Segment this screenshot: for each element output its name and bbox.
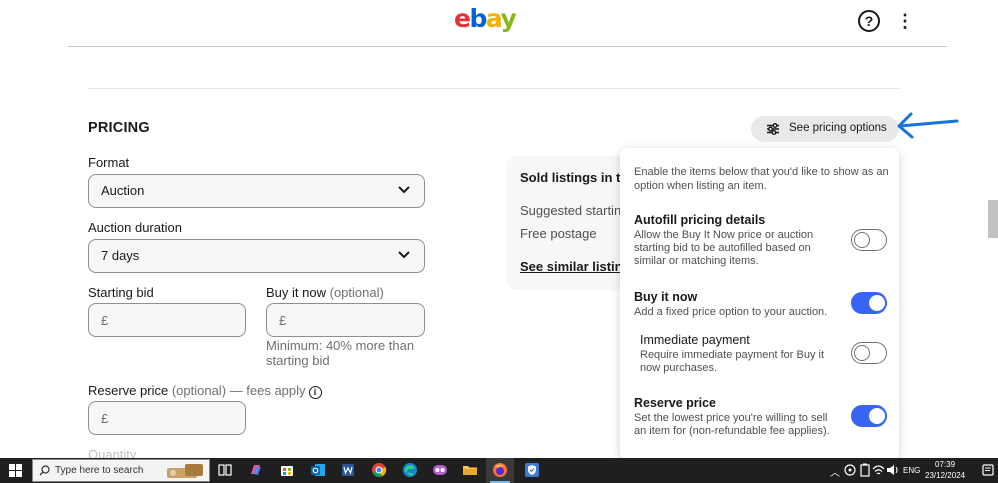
auction-duration-select[interactable]: 7 days xyxy=(88,239,425,273)
vpn-shield-icon[interactable] xyxy=(524,462,540,478)
file-explorer-icon[interactable] xyxy=(462,462,478,478)
wifi-icon[interactable] xyxy=(872,463,885,477)
format-value: Auction xyxy=(101,183,145,198)
media-app-icon[interactable] xyxy=(432,462,448,478)
option-description: Add a fixed price option to your auction… xyxy=(634,306,828,318)
auction-duration-value: 7 days xyxy=(101,248,140,263)
chrome-icon[interactable] xyxy=(371,462,387,478)
search-highlight-icon xyxy=(167,464,203,478)
format-label: Format xyxy=(88,155,130,170)
option-title: Autofill pricing details xyxy=(634,213,766,227)
outlook-icon[interactable] xyxy=(310,462,326,478)
buy-it-now-option: Buy it now Add a fixed price option to y… xyxy=(634,290,834,319)
help-button[interactable]: ? xyxy=(858,10,880,32)
info-icon[interactable]: i xyxy=(308,386,322,399)
section-title: PRICING xyxy=(88,120,150,136)
option-title: Reserve price xyxy=(634,396,717,410)
search-icon xyxy=(39,465,50,476)
taskbar-search-input[interactable]: Type here to search xyxy=(32,459,210,482)
copilot-icon[interactable] xyxy=(248,462,264,478)
option-description: Set the lowest price you're willing to s… xyxy=(634,412,830,437)
more-options-button[interactable]: ⋮ xyxy=(896,10,914,32)
header: ebay ? ⋮ xyxy=(0,0,998,40)
currency-symbol: £ xyxy=(101,411,109,426)
toggle-knob xyxy=(868,407,885,424)
free-postage-text: Free postage xyxy=(520,226,597,241)
sliders-icon xyxy=(767,123,779,135)
sold-listings-card: Sold listings in the Suggested starting … xyxy=(507,156,638,290)
language-indicator[interactable]: ENG xyxy=(903,466,920,475)
popover-intro: Enable the items below that you'd like t… xyxy=(634,166,889,192)
reserve-price-toggle[interactable] xyxy=(851,405,887,427)
reserve-price-input[interactable]: £ xyxy=(88,401,246,435)
starting-bid-input[interactable]: £ xyxy=(88,303,246,337)
header-divider xyxy=(68,46,947,47)
ebay-logo[interactable]: ebay xyxy=(454,4,517,34)
reserve-price-option: Reserve price Set the lowest price you'r… xyxy=(634,396,834,438)
scrollbar-thumb[interactable] xyxy=(988,200,998,238)
autofill-toggle[interactable] xyxy=(851,229,887,251)
option-description: Require immediate payment for Buy it now… xyxy=(640,349,825,374)
search-placeholder: Type here to search xyxy=(55,465,144,476)
task-view-icon[interactable] xyxy=(217,462,233,478)
firefox-icon[interactable] xyxy=(492,462,508,478)
onedrive-icon[interactable] xyxy=(843,463,857,477)
show-hidden-icons[interactable]: ︿ xyxy=(830,464,840,479)
buy-it-now-label: Buy it now (optional) xyxy=(266,285,384,300)
toggle-knob xyxy=(853,344,870,361)
toggle-knob xyxy=(853,231,870,248)
toggle-knob xyxy=(868,294,885,311)
autofill-option: Autofill pricing details Allow the Buy I… xyxy=(634,213,834,268)
option-description: Allow the Buy It Now price or auction st… xyxy=(634,229,814,267)
reserve-price-label: Reserve price (optional) — fees apply i xyxy=(88,383,322,399)
currency-symbol: £ xyxy=(279,313,287,328)
chevron-down-icon xyxy=(398,251,410,259)
microsoft-store-icon[interactable] xyxy=(279,462,295,478)
option-title: Buy it now xyxy=(634,290,698,304)
starting-bid-label: Starting bid xyxy=(88,285,154,300)
immediate-payment-option: Immediate payment Require immediate paym… xyxy=(640,333,840,375)
notifications-icon[interactable] xyxy=(981,463,995,477)
auction-duration-label: Auction duration xyxy=(88,220,182,235)
currency-symbol: £ xyxy=(101,313,109,328)
see-pricing-options-button[interactable]: See pricing options xyxy=(751,116,899,142)
battery-icon[interactable] xyxy=(859,463,871,477)
pricing-options-popover: Enable the items below that you'd like t… xyxy=(620,148,899,460)
format-select[interactable]: Auction xyxy=(88,174,425,208)
suggested-starting-text: Suggested starting xyxy=(520,203,629,218)
arrow-annotation-icon xyxy=(897,112,959,139)
buy-it-now-input[interactable]: £ xyxy=(266,303,425,337)
buy-it-now-hint: Minimum: 40% more than starting bid xyxy=(266,338,415,368)
word-icon[interactable] xyxy=(340,462,356,478)
section-divider xyxy=(88,88,899,89)
windows-taskbar: Type here to search ︿ ENG 07:39 23/12/20… xyxy=(0,458,998,483)
option-title: Immediate payment xyxy=(640,333,750,347)
buy-it-now-toggle[interactable] xyxy=(851,292,887,314)
edge-icon[interactable] xyxy=(402,462,418,478)
volume-icon[interactable] xyxy=(886,463,900,477)
clock-time[interactable]: 07:39 xyxy=(935,460,955,469)
windows-start-icon[interactable] xyxy=(9,464,22,477)
clock-date[interactable]: 23/12/2024 xyxy=(925,471,965,480)
sold-listings-title: Sold listings in the xyxy=(520,170,636,185)
immediate-payment-toggle[interactable] xyxy=(851,342,887,364)
see-pricing-options-label: See pricing options xyxy=(789,122,887,134)
chevron-down-icon xyxy=(398,186,410,194)
